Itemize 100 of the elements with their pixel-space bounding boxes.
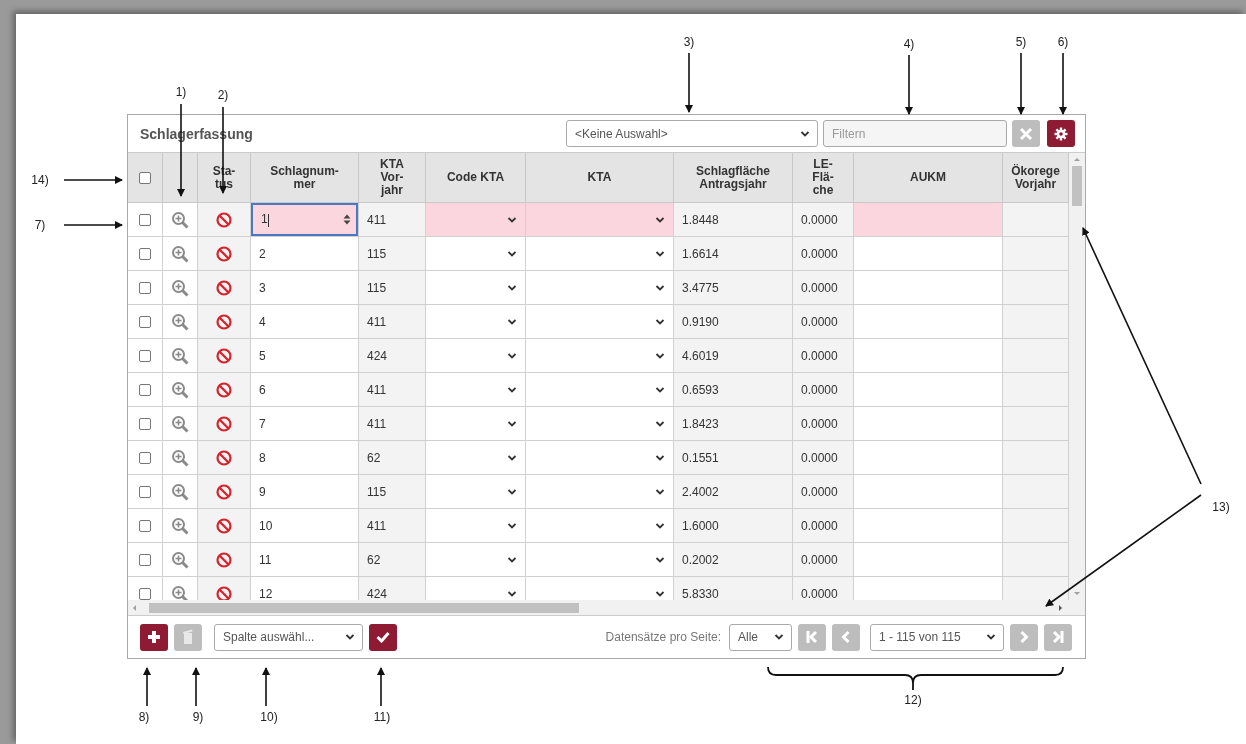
cell-select[interactable] <box>526 203 674 237</box>
zoom-in-icon[interactable] <box>171 278 189 297</box>
scroll-down-icon[interactable] <box>1073 591 1081 596</box>
zoom-in-icon[interactable] <box>171 414 189 433</box>
chevron-down-icon <box>986 633 996 641</box>
scroll-right-icon[interactable] <box>1058 603 1063 612</box>
cell-select[interactable] <box>526 441 674 475</box>
table-row[interactable]: 5 424 4.6019 0.0000 <box>128 339 1069 373</box>
blocked-icon <box>216 517 232 534</box>
table-row[interactable]: 6 411 0.6593 0.0000 <box>128 373 1069 407</box>
zoom-in-icon[interactable] <box>171 516 189 535</box>
cell-select[interactable] <box>426 373 526 407</box>
cell-select[interactable] <box>526 407 674 441</box>
table-cell: 0.0000 <box>793 407 854 441</box>
zoom-in-icon[interactable] <box>171 380 189 399</box>
blocked-icon <box>216 381 232 398</box>
cell-select[interactable] <box>526 237 674 271</box>
table-row[interactable]: 11 62 0.2002 0.0000 <box>128 543 1069 577</box>
zoom-in-icon[interactable] <box>171 312 189 331</box>
spinner-icon[interactable] <box>343 214 351 225</box>
callout-label: 10) <box>260 710 278 724</box>
blocked-icon <box>216 313 232 330</box>
table-cell: 4.6019 <box>674 339 793 373</box>
cell-select[interactable] <box>526 475 674 509</box>
cell-select[interactable] <box>526 339 674 373</box>
cell-select[interactable] <box>526 271 674 305</box>
filter-field[interactable]: Filtern <box>823 120 1007 147</box>
table-cell: 5.8330 <box>674 577 793 600</box>
cell-select[interactable] <box>526 305 674 339</box>
cell-select[interactable] <box>426 203 526 237</box>
cell-select[interactable] <box>426 237 526 271</box>
cell-select[interactable] <box>426 407 526 441</box>
select-all-checkbox[interactable] <box>139 171 151 184</box>
row-checkbox[interactable] <box>139 485 151 498</box>
table-cell: 0.1551 <box>674 441 793 475</box>
cell-select[interactable] <box>426 441 526 475</box>
vertical-scrollbar[interactable] <box>1069 153 1085 600</box>
view-select[interactable]: <Keine Auswahl> <box>566 120 818 147</box>
scrollbar-thumb[interactable] <box>1072 166 1082 206</box>
zoom-in-icon[interactable] <box>171 244 189 263</box>
row-checkbox[interactable] <box>139 587 151 600</box>
settings-button[interactable] <box>1047 120 1075 147</box>
apply-button[interactable] <box>369 623 397 651</box>
row-checkbox[interactable] <box>139 417 151 430</box>
cell-select[interactable] <box>426 339 526 373</box>
callout-label: 9) <box>192 710 204 724</box>
cell-select[interactable] <box>426 271 526 305</box>
zoom-in-icon[interactable] <box>171 482 189 501</box>
table-cell: 411 <box>359 407 426 441</box>
table-row[interactable]: 4 411 0.9190 0.0000 <box>128 305 1069 339</box>
table-row[interactable]: 12 424 5.8330 0.0000 <box>128 577 1069 600</box>
table-row[interactable]: 7 411 1.8423 0.0000 <box>128 407 1069 441</box>
add-button[interactable] <box>140 623 168 651</box>
horizontal-scrollbar[interactable] <box>128 600 1085 615</box>
callout-label: 4) <box>903 37 915 51</box>
blocked-icon <box>216 279 232 296</box>
cell-select[interactable] <box>426 509 526 543</box>
column-select[interactable]: Spalte auswähl... <box>214 623 363 651</box>
chevron-down-icon <box>507 589 517 598</box>
page-size-select[interactable]: Alle <box>729 623 792 651</box>
table-cell: 10 <box>251 509 359 543</box>
zoom-in-icon[interactable] <box>171 210 189 229</box>
chevron-down-icon <box>507 249 517 258</box>
callout-label: 2) <box>217 88 229 102</box>
cell-select[interactable] <box>426 475 526 509</box>
scroll-up-icon[interactable] <box>1073 157 1081 162</box>
row-checkbox[interactable] <box>139 349 151 362</box>
row-checkbox[interactable] <box>139 213 151 226</box>
checkmark-icon <box>376 631 390 643</box>
table-cell: 1.8448 <box>674 203 793 237</box>
callout-label: 14) <box>31 173 49 187</box>
row-checkbox[interactable] <box>139 451 151 464</box>
table-row[interactable]: 10 411 1.6000 0.0000 <box>128 509 1069 543</box>
scrollbar-thumb[interactable] <box>149 602 579 613</box>
zoom-in-icon[interactable] <box>171 550 189 569</box>
table-row[interactable]: 9 115 2.4002 0.0000 <box>128 475 1069 509</box>
row-checkbox[interactable] <box>139 519 151 532</box>
cell-select[interactable] <box>526 509 674 543</box>
zoom-in-icon[interactable] <box>171 346 189 365</box>
row-checkbox[interactable] <box>139 281 151 294</box>
chevron-down-icon <box>655 453 665 462</box>
table-row[interactable]: 8 62 0.1551 0.0000 <box>128 441 1069 475</box>
number-field[interactable]: 1 <box>251 203 358 236</box>
row-checkbox[interactable] <box>139 383 151 396</box>
table-row[interactable]: 2 115 1.6614 0.0000 <box>128 237 1069 271</box>
cell-select[interactable] <box>426 543 526 577</box>
page-select[interactable]: 1 - 115 von 115 <box>870 623 1004 651</box>
cell-select[interactable] <box>526 373 674 407</box>
callout-label: 1) <box>175 85 187 99</box>
row-checkbox[interactable] <box>139 247 151 260</box>
chevron-down-icon <box>507 555 517 564</box>
callout-arrow <box>192 667 200 707</box>
scroll-left-icon[interactable] <box>132 603 137 612</box>
table-row[interactable]: 3 115 3.4775 0.0000 <box>128 271 1069 305</box>
zoom-in-icon[interactable] <box>171 584 189 600</box>
row-checkbox[interactable] <box>139 553 151 566</box>
cell-select[interactable] <box>526 543 674 577</box>
row-checkbox[interactable] <box>139 315 151 328</box>
cell-select[interactable] <box>426 305 526 339</box>
zoom-in-icon[interactable] <box>171 448 189 467</box>
